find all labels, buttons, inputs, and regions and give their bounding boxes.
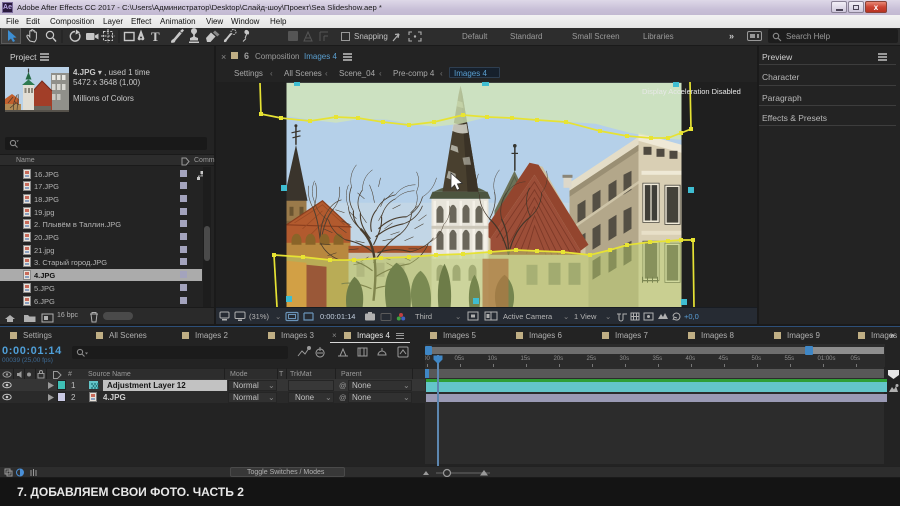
svg-text:T: T (151, 29, 160, 44)
svg-text:Display Acceleration Disabled: Display Acceleration Disabled (642, 87, 741, 96)
